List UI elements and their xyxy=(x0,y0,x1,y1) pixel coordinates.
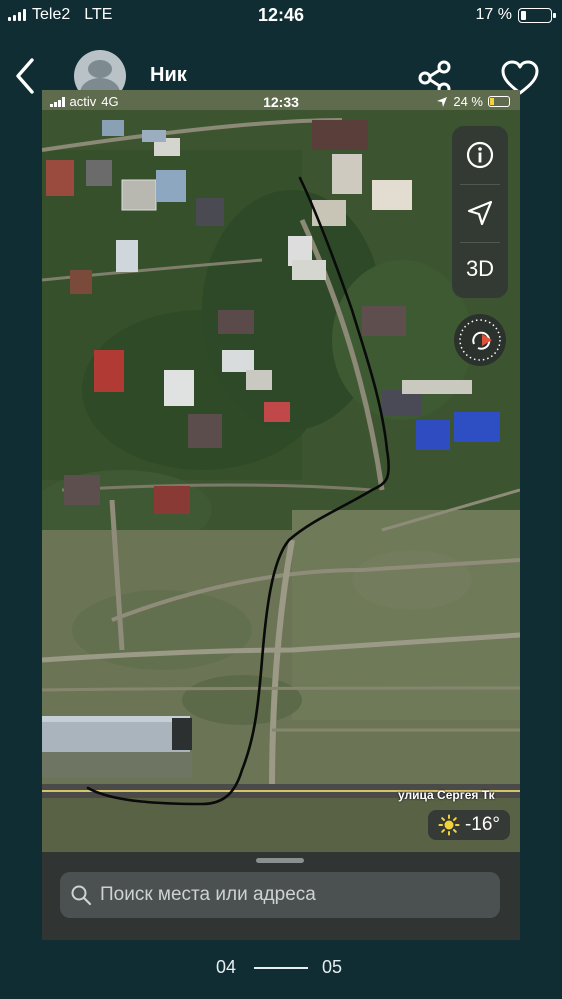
locate-button[interactable] xyxy=(452,184,508,242)
back-button[interactable] xyxy=(8,54,44,98)
battery-icon xyxy=(518,7,556,23)
photo-pager: 04 05 xyxy=(0,955,562,979)
battery-percent: 17 % xyxy=(475,6,512,23)
sun-icon xyxy=(438,814,460,836)
photo-battery-percent: 24 % xyxy=(453,94,483,109)
pager-next[interactable]: 05 xyxy=(322,957,342,978)
sheet-grabber[interactable] xyxy=(256,858,304,863)
compass-icon xyxy=(459,319,501,361)
pager-current[interactable]: 04 xyxy=(216,957,236,978)
battery-charging-icon xyxy=(488,96,510,107)
street-label: улица Сергея Тк xyxy=(398,788,495,802)
contact-name[interactable]: Ник xyxy=(150,64,187,87)
weather-badge: -16° xyxy=(428,810,510,840)
temperature: -16° xyxy=(464,814,501,835)
info-button[interactable] xyxy=(452,126,508,184)
search-placeholder: Поиск места или адреса xyxy=(100,884,316,905)
status-bar: Tele2 LTE 12:46 17 % xyxy=(0,0,562,34)
pager-progress-line xyxy=(254,967,308,969)
map-controls: 3D xyxy=(452,126,508,298)
chevron-left-icon xyxy=(16,58,34,94)
avatar-head-shape xyxy=(88,60,112,78)
3d-button[interactable]: 3D xyxy=(452,240,508,298)
photo-status-right: 24 % xyxy=(436,94,510,109)
search-field[interactable]: Поиск места или адреса xyxy=(60,872,500,918)
3d-label: 3D xyxy=(465,256,495,281)
attached-photo[interactable]: activ 4G 12:33 24 % 3D улица Сергея Тк -… xyxy=(42,90,520,940)
location-arrow-icon xyxy=(467,200,493,226)
info-icon xyxy=(466,141,494,169)
search-sheet: Поиск места или адреса xyxy=(42,852,520,940)
status-right: 17 % xyxy=(475,6,556,24)
search-icon xyxy=(71,885,92,906)
photo-status-bar: activ 4G 12:33 24 % xyxy=(42,90,520,114)
compass-button[interactable] xyxy=(454,314,506,366)
location-arrow-icon xyxy=(437,96,448,107)
